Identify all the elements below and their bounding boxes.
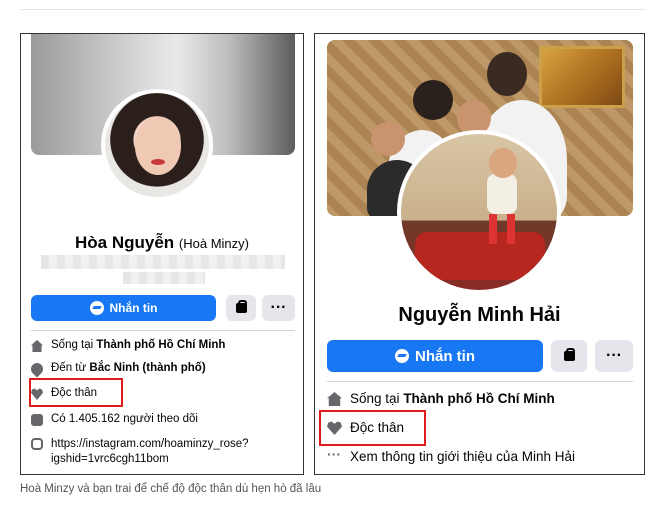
followers-count: Có 1.405.162 người theo dõi xyxy=(51,413,198,425)
lives-city[interactable]: Thành phố Hồ Chí Minh xyxy=(96,339,225,351)
highlight-box xyxy=(29,378,123,407)
see-more-about[interactable]: Xem thông tin giới thiệu của Minh Hải xyxy=(350,449,575,464)
home-icon xyxy=(31,340,43,352)
location-pin-icon xyxy=(28,360,46,378)
lives-prefix: Sống tại xyxy=(51,339,94,351)
profile-name: Hòa Nguyễn (Hoà Minzy) xyxy=(21,233,303,253)
from-prefix: Đến từ xyxy=(51,362,87,374)
image-caption: Hoà Minzy và bạn trai để chế độ độc thân… xyxy=(20,483,322,495)
profile-panel-right: Nguyễn Minh Hải Nhắn tin ··· Sống tại Th… xyxy=(314,33,645,475)
messenger-icon xyxy=(395,349,409,363)
avatar[interactable] xyxy=(101,89,213,201)
message-button-label: Nhắn tin xyxy=(109,301,158,315)
highlight-box xyxy=(319,410,426,446)
from-city[interactable]: Bắc Ninh (thành phố) xyxy=(89,362,205,374)
instagram-link-1[interactable]: https://instagram.com/hoaminzy_rose? xyxy=(51,438,249,450)
instagram-icon xyxy=(31,438,43,450)
lives-city[interactable]: Thành phố Hồ Chí Minh xyxy=(403,391,554,406)
lives-prefix: Sống tại xyxy=(350,391,400,406)
shopping-bag-icon xyxy=(563,348,575,361)
more-button[interactable]: ··· xyxy=(262,295,295,321)
profile-name-main: Hòa Nguyễn xyxy=(75,233,175,252)
more-dots-icon: ··· xyxy=(327,446,341,462)
cover-painting xyxy=(539,46,625,108)
profile-name-alt: (Hoà Minzy) xyxy=(178,236,249,251)
info-instagram[interactable]: https://instagram.com/hoaminzy_rose? igs… xyxy=(31,437,249,467)
more-button-label: ··· xyxy=(270,299,287,316)
message-button-label: Nhắn tin xyxy=(415,347,475,365)
more-button-label: ··· xyxy=(606,347,622,364)
blurred-bio xyxy=(41,255,285,269)
shop-button[interactable] xyxy=(226,295,256,321)
info-followers: Có 1.405.162 người theo dõi xyxy=(31,413,198,426)
profile-panel-left: Hòa Nguyễn (Hoà Minzy) Nhắn tin ··· Sống… xyxy=(20,33,304,475)
message-button[interactable]: Nhắn tin xyxy=(327,340,543,372)
divider xyxy=(31,330,295,331)
blurred-bio-2 xyxy=(123,272,205,284)
info-lives-in: Sống tại Thành phố Hồ Chí Minh xyxy=(327,391,555,406)
messenger-icon xyxy=(89,301,104,315)
message-button[interactable]: Nhắn tin xyxy=(31,295,216,321)
shop-button[interactable] xyxy=(551,340,587,372)
profile-name: Nguyễn Minh Hải xyxy=(398,304,561,326)
home-icon xyxy=(327,392,342,406)
shopping-bag-icon xyxy=(235,300,247,313)
more-button[interactable]: ··· xyxy=(595,340,633,372)
divider xyxy=(327,381,633,382)
info-lives-in: Sống tại Thành phố Hồ Chí Minh xyxy=(31,339,225,352)
info-see-more[interactable]: ··· Xem thông tin giới thiệu của Minh Hả… xyxy=(327,446,575,464)
rss-icon xyxy=(31,414,43,426)
top-rule xyxy=(20,9,645,10)
info-from: Đến từ Bắc Ninh (thành phố) xyxy=(28,360,206,378)
avatar[interactable] xyxy=(397,130,561,294)
instagram-link-2[interactable]: igshid=1vrc6cgh11bom xyxy=(51,453,169,465)
